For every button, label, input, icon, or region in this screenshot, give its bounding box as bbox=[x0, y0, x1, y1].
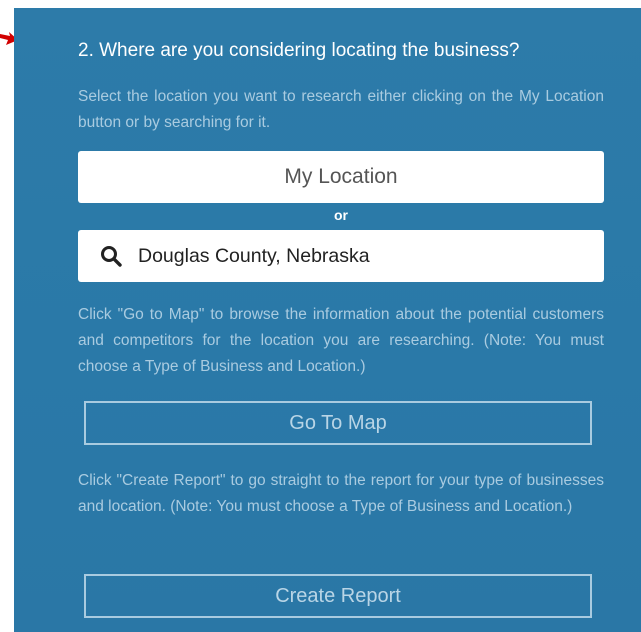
go-to-map-button[interactable]: Go To Map bbox=[84, 401, 592, 445]
my-location-button[interactable]: My Location bbox=[78, 151, 604, 203]
search-icon[interactable] bbox=[100, 245, 122, 267]
or-divider: or bbox=[334, 207, 348, 223]
go-to-map-note: Click "Go to Map" to browse the informat… bbox=[78, 306, 604, 375]
section-question: 2. Where are you considering locating th… bbox=[78, 40, 520, 61]
create-report-note: Click "Create Report" to go straight to … bbox=[78, 472, 604, 515]
location-panel: 2. Where are you considering locating th… bbox=[14, 8, 641, 632]
location-search-box[interactable] bbox=[78, 230, 604, 282]
location-search-input[interactable] bbox=[138, 244, 578, 268]
create-report-button[interactable]: Create Report bbox=[84, 574, 592, 618]
intro-text: Select the location you want to research… bbox=[78, 88, 604, 131]
